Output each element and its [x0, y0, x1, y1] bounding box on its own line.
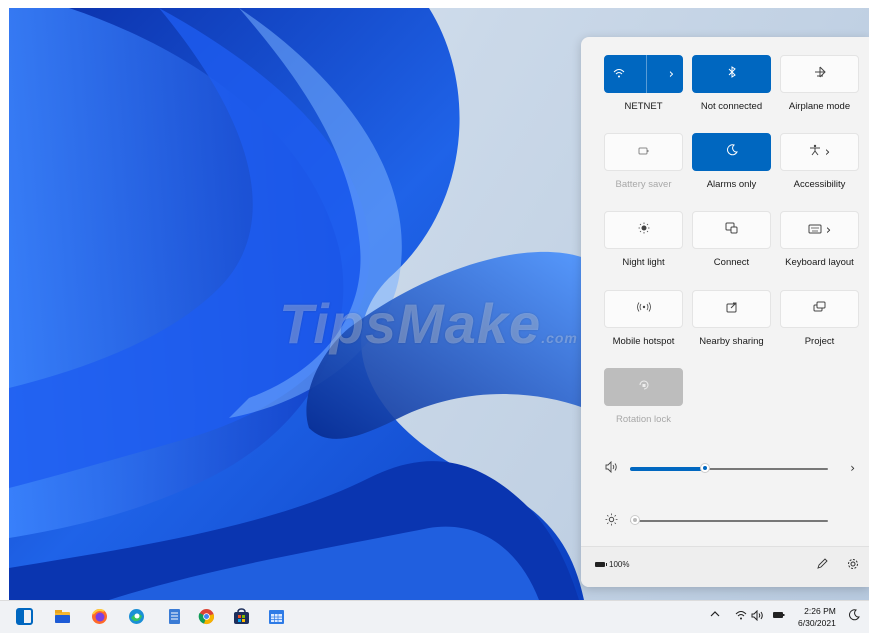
battery-icon [595, 562, 607, 567]
quick-settings-footer: 100% [581, 546, 869, 587]
bluetooth-icon [728, 66, 736, 82]
brightness-slider-row [605, 511, 855, 531]
keyboard-icon [808, 223, 822, 238]
project-icon [813, 301, 826, 317]
sun-icon [605, 513, 618, 529]
volume-slider-fill [630, 467, 706, 471]
chevron-right-icon[interactable]: › [825, 145, 830, 160]
tile-battery-saver[interactable]: Battery saver [604, 133, 683, 190]
tile-label: Connect [713, 257, 750, 268]
tile-label: Battery saver [615, 179, 672, 190]
accessibility-icon [809, 144, 821, 160]
battery-saver-toggle-button[interactable] [604, 133, 683, 171]
hotspot-icon [636, 301, 651, 317]
battery-saver-icon [638, 145, 650, 160]
gear-icon[interactable] [847, 558, 859, 573]
keyboard-layout-button[interactable]: › [780, 211, 859, 249]
tile-label: Alarms only [706, 179, 757, 190]
tile-label: Keyboard layout [785, 257, 854, 268]
chevron-right-icon[interactable]: › [669, 67, 674, 82]
tile-night-light[interactable]: Night light [604, 211, 683, 268]
rotation-lock-icon [638, 379, 650, 395]
moon-icon [726, 144, 738, 160]
notification-moon-icon[interactable] [848, 609, 860, 624]
nearby-sharing-toggle-button[interactable] [692, 290, 771, 328]
tile-label: Mobile hotspot [612, 336, 675, 347]
taskbar: 2:26 PM 6/30/2021 [0, 600, 869, 633]
tile-bluetooth[interactable]: Not connected [692, 55, 771, 112]
wifi-toggle-button[interactable]: › [604, 55, 683, 93]
start-icon[interactable] [16, 608, 33, 625]
tile-mobile-hotspot[interactable]: Mobile hotspot [604, 290, 683, 347]
tile-rotation-lock: Rotation lock [604, 368, 683, 425]
focus-assist-toggle-button[interactable] [692, 133, 771, 171]
tile-project[interactable]: Project [780, 290, 859, 347]
pencil-icon[interactable] [816, 558, 828, 573]
watermark: TipsMake.com [279, 292, 578, 355]
chevron-right-icon[interactable]: › [826, 223, 831, 238]
edge-icon[interactable] [128, 608, 145, 625]
tile-label: Night light [622, 257, 665, 268]
mobile-hotspot-toggle-button[interactable] [604, 290, 683, 328]
tile-airplane-mode[interactable]: Airplane mode [780, 55, 859, 112]
volume-tray-icon[interactable] [751, 609, 764, 624]
speaker-icon[interactable] [605, 460, 619, 476]
volume-slider[interactable] [630, 463, 828, 473]
chrome-icon[interactable] [198, 608, 215, 625]
tile-label: Project [804, 336, 835, 347]
store-icon[interactable] [233, 608, 250, 625]
wifi-tray-icon[interactable] [735, 610, 747, 623]
chevron-up-icon[interactable] [710, 609, 720, 622]
battery-tray-icon[interactable] [772, 610, 785, 623]
tile-label: NETNET [624, 101, 663, 112]
wifi-icon [613, 67, 625, 82]
tile-connect[interactable]: Connect [692, 211, 771, 268]
tile-label: Nearby sharing [699, 336, 764, 347]
airplane-mode-toggle-button[interactable] [780, 55, 859, 93]
file-explorer-icon[interactable] [54, 608, 71, 625]
battery-percent: 100% [609, 560, 630, 569]
share-icon [726, 301, 738, 317]
quick-settings-panel: › NETNET Not connected Airplane mode Bat… [581, 37, 869, 587]
tile-nearby-sharing[interactable]: Nearby sharing [692, 290, 771, 347]
volume-slider-thumb[interactable] [700, 463, 711, 473]
bluetooth-toggle-button[interactable] [692, 55, 771, 93]
rotation-lock-button [604, 368, 683, 406]
tile-label: Airplane mode [788, 101, 851, 112]
clock-time: 2:26 PM [804, 606, 836, 616]
notepad-icon[interactable] [166, 608, 183, 625]
cast-icon [725, 222, 738, 238]
tile-accessibility[interactable]: › Accessibility [780, 133, 859, 190]
night-light-icon [638, 222, 650, 238]
clock[interactable]: 2:26 PM 6/30/2021 [798, 605, 836, 629]
tile-wifi[interactable]: › NETNET [604, 55, 683, 112]
tile-keyboard-layout[interactable]: › Keyboard layout [780, 211, 859, 268]
tile-label: Rotation lock [616, 414, 671, 425]
calendar-icon[interactable] [268, 608, 285, 625]
night-light-toggle-button[interactable] [604, 211, 683, 249]
airplane-icon [814, 66, 826, 82]
project-button[interactable] [780, 290, 859, 328]
divider [646, 55, 648, 93]
tile-label: Not connected [700, 101, 763, 112]
tile-focus-assist[interactable]: Alarms only [692, 133, 771, 190]
battery-status[interactable]: 100% [595, 560, 629, 569]
connect-button[interactable] [692, 211, 771, 249]
clock-date: 6/30/2021 [798, 618, 836, 628]
accessibility-button[interactable]: › [780, 133, 859, 171]
tile-label: Accessibility [793, 179, 846, 190]
volume-slider-row: › [605, 459, 855, 479]
brightness-slider-thumb[interactable] [630, 515, 640, 525]
firefox-icon[interactable] [91, 608, 108, 625]
brightness-slider[interactable] [630, 515, 828, 525]
chevron-right-icon[interactable]: › [850, 461, 855, 475]
